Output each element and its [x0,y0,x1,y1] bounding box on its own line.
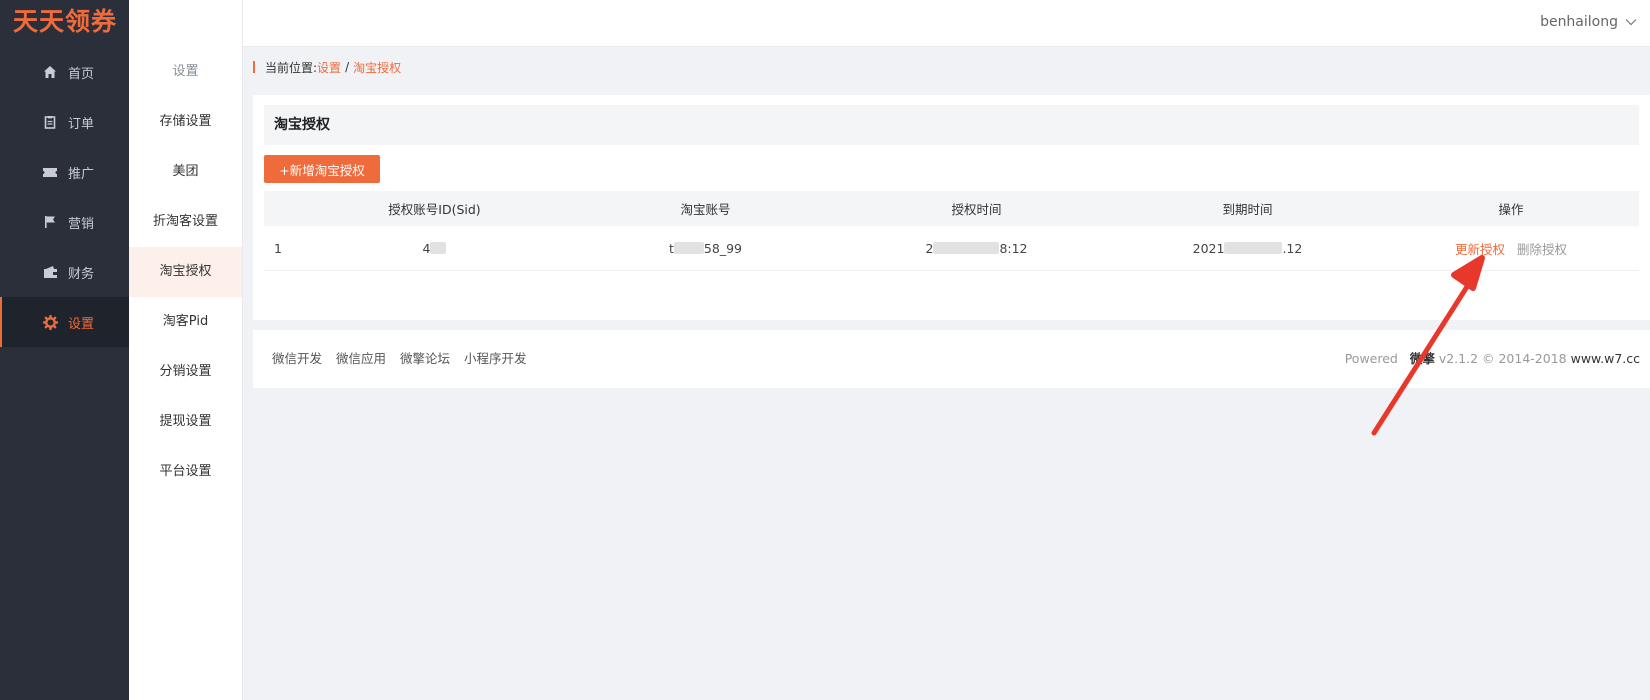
account-suffix: 58_99 [703,240,742,256]
update-auth-link[interactable]: 更新授权 [1455,239,1505,258]
footer-link-miniprogram[interactable]: 小程序开发 [464,351,527,366]
submenu-item-withdraw[interactable]: 提现设置 [129,397,242,447]
column-header-account: 淘宝账号 [680,202,731,217]
user-menu[interactable]: benhailong [1540,0,1638,44]
auth-time-prefix: 2 [925,240,934,256]
nav-item-label: 首页 [68,66,95,82]
column-header-auth-time: 授权时间 [951,202,1002,217]
table-row: 1 4 t 58_99 2 8:12 2021 .12 更新授权 删除授权 [264,226,1639,271]
powered-brand[interactable]: 微擎 [1410,351,1435,366]
breadcrumb-current[interactable]: 淘宝授权 [353,59,401,76]
cell-sid: 4 [299,226,570,270]
app-logo[interactable]: 天天领券 [0,0,129,47]
nav-item-label: 营销 [68,216,95,232]
footer-link-wechat-apps[interactable]: 微信应用 [336,351,386,366]
panel-title: 淘宝授权 [264,105,1639,145]
cell-actions: 更新授权 删除授权 [1383,226,1639,270]
breadcrumb-marker [253,61,255,73]
nav-item-home[interactable]: 首页 [0,47,129,97]
sid-visible: 4 [422,240,431,256]
column-header-sid: 授权账号ID(Sid) [388,202,481,217]
gear-icon [42,314,58,330]
clipboard-icon [42,114,58,130]
breadcrumb: 当前位置: 设置 / 淘宝授权 [253,59,401,75]
taobao-auth-panel: 淘宝授权 +新增淘宝授权 授权账号ID(Sid) 淘宝账号 授权时间 到期时间 … [253,95,1650,355]
table-header: 授权账号ID(Sid) 淘宝账号 授权时间 到期时间 操作 [264,191,1639,226]
footer-link-wechat-dev[interactable]: 微信开发 [272,351,322,366]
submenu-item-taoke-pid[interactable]: 淘客Pid [129,297,242,347]
copyright: Powered 微擎 v2.1.2 © 2014-2018 www.w7.cc [1345,330,1640,388]
username: benhailong [1540,14,1618,30]
top-bar: benhailong [129,0,1650,47]
nav-item-label: 订单 [68,116,95,132]
redacted-blur [933,242,1000,254]
footer-link-forum[interactable]: 微擎论坛 [400,351,450,366]
footer: 微信开发 微信应用 微擎论坛 小程序开发 Powered 微擎 v2.1.2 ©… [253,330,1650,388]
ticket-icon [42,164,58,180]
nav-item-settings[interactable]: 设置 [0,297,129,347]
redacted-blur [673,242,704,254]
breadcrumb-prefix: 当前位置: [265,60,318,75]
redacted-blur [430,242,447,254]
nav-item-label: 设置 [68,316,95,332]
breadcrumb-link-settings[interactable]: 设置 [317,59,341,76]
submenu-title: 设置 [172,64,199,79]
submenu-item-distribution[interactable]: 分销设置 [129,347,242,397]
submenu-item-zhetaoke[interactable]: 折淘客设置 [129,197,242,247]
auth-time-suffix: 8:12 [999,240,1028,256]
main-nav: 天天领券 首页 订单 推广 营销 财务 设置 [0,0,129,700]
chevron-down-icon [1624,15,1638,29]
cell-auth-time: 2 8:12 [841,226,1112,270]
submenu-item-platform[interactable]: 平台设置 [129,447,242,497]
wallet-icon [42,264,58,280]
column-header-index [264,191,299,226]
expire-prefix: 2021 [1192,240,1225,256]
submenu-item-taobao-auth[interactable]: 淘宝授权 [129,247,242,297]
submenu-item-meituan[interactable]: 美团 [129,147,242,197]
column-header-expire-time: 到期时间 [1222,202,1273,217]
nav-item-promotion[interactable]: 推广 [0,147,129,197]
auth-table: 授权账号ID(Sid) 淘宝账号 授权时间 到期时间 操作 1 4 t 58_99… [264,191,1639,271]
cell-account: t 58_99 [570,226,841,270]
nav-item-orders[interactable]: 订单 [0,97,129,147]
submenu-item-storage[interactable]: 存储设置 [129,97,242,147]
home-icon [42,64,58,80]
flag-icon [42,214,58,230]
main-content: 当前位置: 设置 / 淘宝授权 淘宝授权 +新增淘宝授权 授权账号ID(Sid)… [243,47,1650,700]
column-header-actions: 操作 [1498,202,1524,217]
footer-domain[interactable]: www.w7.cc [1571,351,1640,366]
nav-item-marketing[interactable]: 营销 [0,197,129,247]
footer-links: 微信开发 微信应用 微擎论坛 小程序开发 [272,330,537,388]
cell-expire-time: 2021 .12 [1112,226,1383,270]
expire-suffix: .12 [1282,240,1303,256]
nav-item-label: 财务 [68,266,95,282]
powered-text: Powered [1344,351,1398,366]
settings-submenu: 设置 存储设置 美团 折淘客设置 淘宝授权 淘客Pid 分销设置 提现设置 平台… [129,0,243,700]
nav-item-finance[interactable]: 财务 [0,247,129,297]
version-text: v2.1.2 © 2014-2018 [1438,351,1567,366]
nav-item-label: 推广 [68,166,95,182]
cell-index: 1 [274,240,282,256]
redacted-blur [1224,242,1283,254]
breadcrumb-separator: / [345,60,350,74]
add-taobao-auth-button[interactable]: +新增淘宝授权 [264,155,380,183]
delete-auth-link[interactable]: 删除授权 [1517,239,1567,258]
